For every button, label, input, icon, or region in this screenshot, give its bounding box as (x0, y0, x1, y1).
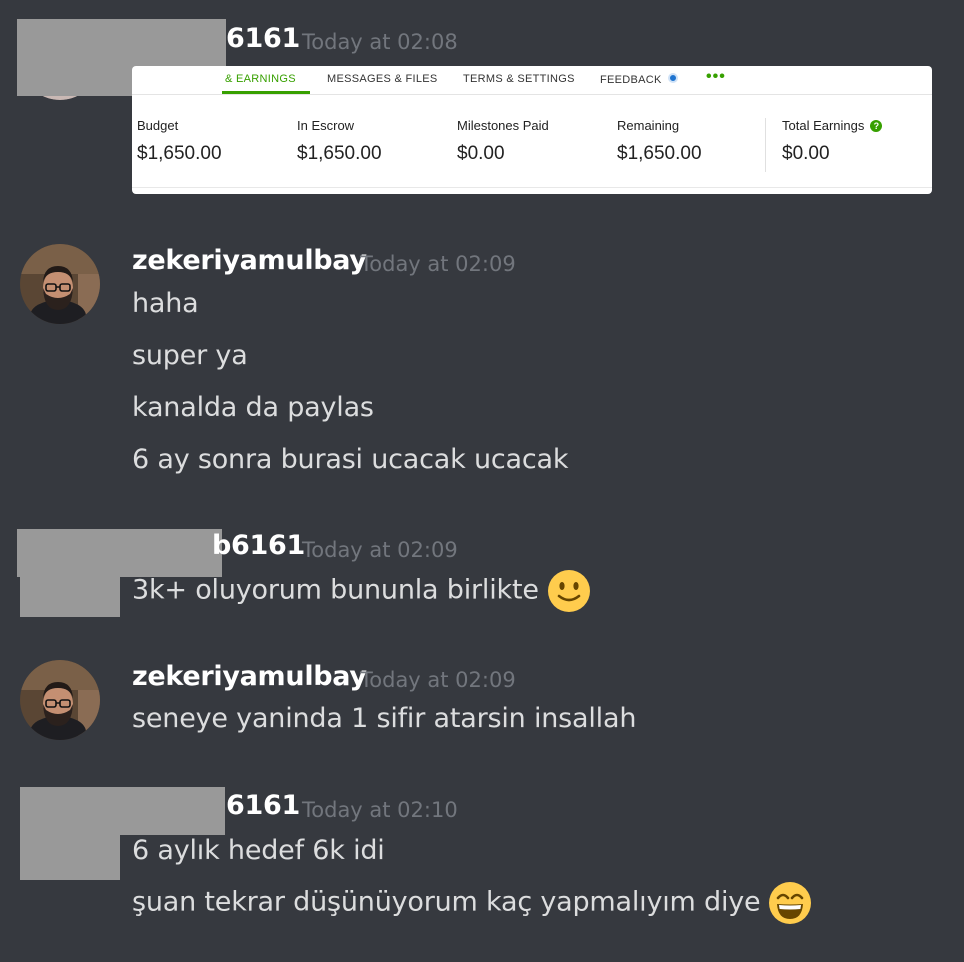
redacted-area (20, 787, 225, 835)
stat-value: $0.00 (782, 143, 830, 164)
stat-total-earnings: Total Earnings? $0.00 (782, 118, 883, 165)
message-text: 6 ay sonra burasi ucacak ucacak (132, 444, 569, 475)
tab-earnings[interactable]: & EARNINGS (225, 73, 296, 85)
tab-feedback[interactable]: FEEDBACK (600, 73, 678, 86)
stat-label: Remaining (617, 118, 680, 133)
message-text-content: şuan tekrar düşünüyorum kaç yapmalıyım d… (132, 886, 761, 918)
slightly-smiling-face-icon (547, 570, 590, 612)
stat-value: $1,650.00 (137, 143, 222, 164)
message-text: 6 aylık hedef 6k idi (132, 835, 385, 866)
stat-value: $1,650.00 (617, 143, 702, 164)
redacted-area (20, 577, 120, 617)
stat-label: Budget (137, 118, 179, 133)
notification-dot-icon (667, 73, 678, 83)
stat-label: Milestones Paid (457, 118, 549, 133)
username[interactable]: zekeriyamulbay (132, 245, 367, 276)
tab-bar: & EARNINGS MESSAGES & FILES TERMS & SETT… (132, 66, 932, 95)
stat-in-escrow: In Escrow $1,650.00 (297, 118, 382, 165)
redacted-area (20, 835, 120, 880)
message-text: super ya (132, 340, 248, 371)
help-icon[interactable]: ? (870, 120, 883, 132)
more-options-icon[interactable]: ••• (706, 68, 726, 86)
message-text: 3k+ oluyorum bununla birlikte (132, 569, 591, 613)
stat-remaining: Remaining $1,650.00 (617, 118, 702, 165)
message-text-content: 3k+ oluyorum bununla birlikte (132, 574, 539, 606)
username[interactable]: 6161 (226, 23, 300, 54)
timestamp: Today at 02:10 (302, 798, 458, 822)
timestamp: Today at 02:09 (360, 252, 516, 276)
tab-messages-files[interactable]: MESSAGES & FILES (327, 73, 438, 85)
tab-feedback-label: FEEDBACK (600, 74, 662, 86)
timestamp: Today at 02:09 (360, 668, 516, 692)
timestamp: Today at 02:09 (302, 538, 458, 562)
stat-budget: Budget $1,650.00 (137, 118, 222, 165)
stat-divider (765, 118, 766, 172)
tab-terms-settings[interactable]: TERMS & SETTINGS (463, 73, 575, 85)
timestamp: Today at 02:08 (302, 30, 458, 54)
message-text: haha (132, 288, 199, 319)
active-tab-underline (222, 91, 310, 94)
username[interactable]: zekeriyamulbay (132, 661, 367, 692)
username[interactable]: 6161 (226, 790, 300, 821)
stat-label: Total Earnings? (782, 118, 883, 133)
avatar[interactable] (20, 660, 100, 740)
stat-label: In Escrow (297, 118, 355, 133)
divider (132, 187, 932, 188)
username[interactable]: b6161 (212, 530, 305, 561)
message-text: kanalda da paylas (132, 392, 374, 423)
stat-value: $1,650.00 (297, 143, 382, 164)
stat-milestones-paid: Milestones Paid $0.00 (457, 118, 549, 165)
stat-label-text: Total Earnings (782, 118, 865, 133)
grinning-face-with-smiling-eyes-icon (769, 882, 812, 924)
avatar[interactable] (20, 244, 100, 324)
stat-value: $0.00 (457, 143, 505, 164)
message-text: şuan tekrar düşünüyorum kaç yapmalıyım d… (132, 881, 812, 925)
embedded-screenshot[interactable]: & EARNINGS MESSAGES & FILES TERMS & SETT… (132, 66, 932, 194)
message-text: seneye yaninda 1 sifir atarsin insallah (132, 703, 637, 734)
